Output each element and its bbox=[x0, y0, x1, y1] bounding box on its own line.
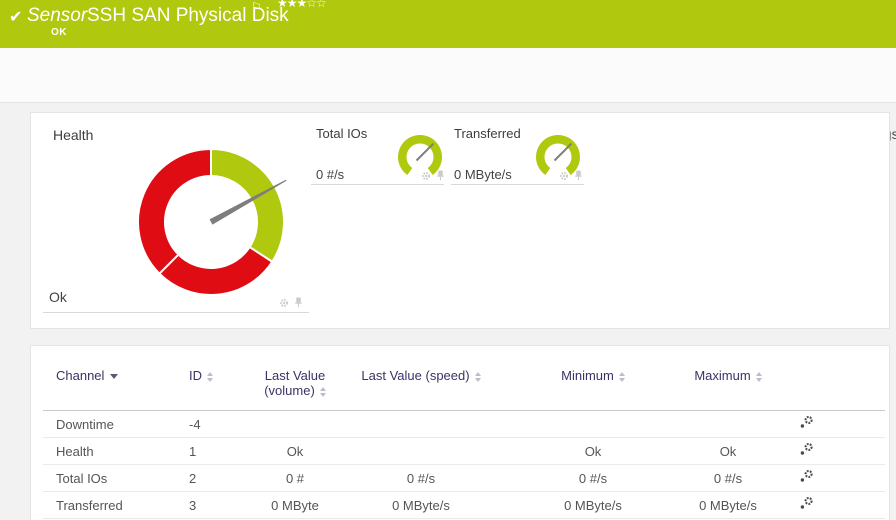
column-header-id[interactable]: ID bbox=[189, 356, 247, 411]
channel-name: Total IOs bbox=[43, 464, 189, 492]
channel-id: 2 bbox=[189, 464, 247, 492]
sort-desc-icon bbox=[110, 374, 119, 380]
table-row[interactable]: Transferred 3 0 MByte 0 MByte/s 0 MByte/… bbox=[43, 491, 885, 519]
flag-icon[interactable]: ⚐ bbox=[251, 0, 262, 14]
total-ios-gauge-title: Total IOs bbox=[316, 126, 368, 141]
total-ios-gauge-value: 0 #/s bbox=[316, 167, 345, 182]
channel-name: Downtime bbox=[43, 410, 189, 438]
gauges-panel: Health Ok Total IOs 0 #/s Transferred 0 … bbox=[30, 112, 890, 329]
gauge-actions bbox=[559, 170, 583, 181]
pin-icon[interactable] bbox=[436, 170, 445, 181]
minimum-value: Ok bbox=[499, 437, 687, 465]
table-row[interactable]: Total IOs 2 0 # 0 #/s 0 #/s 0 #/s bbox=[43, 464, 885, 492]
divider bbox=[311, 184, 444, 185]
transferred-gauge-title: Transferred bbox=[454, 126, 521, 141]
health-gauge-chart[interactable] bbox=[121, 132, 301, 312]
maximum-value: Ok bbox=[687, 437, 769, 465]
sort-icon bbox=[319, 386, 326, 397]
health-gauge-title: Health bbox=[53, 127, 94, 143]
gauge-actions bbox=[421, 170, 445, 181]
minimum-value: 0 #/s bbox=[499, 464, 687, 492]
channel-settings-gears-icon[interactable] bbox=[799, 496, 814, 511]
column-header-actions bbox=[769, 356, 885, 411]
last-value-volume bbox=[247, 410, 343, 438]
channel-id: 1 bbox=[189, 437, 247, 465]
object-kind-label: Sensor bbox=[27, 5, 88, 26]
sort-icon bbox=[474, 371, 481, 382]
channel-name: Health bbox=[43, 437, 189, 465]
gear-icon[interactable] bbox=[279, 298, 289, 308]
last-value-volume: Ok bbox=[247, 437, 343, 465]
maximum-value: 0 MByte/s bbox=[687, 491, 769, 519]
health-gauge-value: Ok bbox=[49, 289, 67, 305]
column-header-last-value-speed[interactable]: Last Value (speed) bbox=[343, 356, 499, 411]
sort-icon bbox=[618, 371, 625, 382]
last-value-speed bbox=[343, 410, 499, 438]
last-value-speed bbox=[343, 437, 499, 465]
column-header-maximum[interactable]: Maximum bbox=[687, 356, 769, 411]
gauge-needle bbox=[415, 142, 435, 162]
channel-name: Transferred bbox=[43, 491, 189, 519]
gear-icon[interactable] bbox=[559, 171, 569, 181]
divider bbox=[43, 312, 309, 313]
maximum-value bbox=[687, 410, 769, 438]
channels-panel: Channel ID Last Value (volume) Last Valu… bbox=[30, 345, 890, 520]
pin-icon[interactable] bbox=[294, 297, 303, 308]
gauge-actions bbox=[279, 297, 303, 308]
column-header-minimum[interactable]: Minimum bbox=[499, 356, 687, 411]
sort-icon bbox=[207, 371, 213, 382]
transferred-gauge-value: 0 MByte/s bbox=[454, 167, 512, 182]
channel-id: -4 bbox=[189, 410, 247, 438]
table-row[interactable]: Health 1 Ok Ok Ok bbox=[43, 437, 885, 465]
maximum-value: 0 #/s bbox=[687, 464, 769, 492]
pin-icon[interactable] bbox=[574, 170, 583, 181]
channel-settings-gears-icon[interactable] bbox=[799, 469, 814, 484]
channel-settings-gears-icon[interactable] bbox=[799, 442, 814, 457]
sensor-status-header: ✔ Sensor SSH SAN Physical Disk ⚐ ★★★☆☆ O… bbox=[0, 0, 896, 48]
last-value-volume: 0 MByte bbox=[247, 491, 343, 519]
minimum-value bbox=[499, 410, 687, 438]
channel-settings-gears-icon[interactable] bbox=[799, 415, 814, 430]
channels-table: Channel ID Last Value (volume) Last Valu… bbox=[43, 356, 885, 519]
divider bbox=[451, 184, 584, 185]
gauge-needle bbox=[553, 142, 573, 162]
column-header-channel[interactable]: Channel bbox=[43, 356, 189, 411]
last-value-volume: 0 # bbox=[247, 464, 343, 492]
gauge-segment-red bbox=[137, 147, 212, 276]
gauge-segment-green bbox=[210, 147, 285, 264]
table-header-row: Channel ID Last Value (volume) Last Valu… bbox=[43, 356, 885, 411]
tab-bar: Overview Live Data 2 days 30 days 365 da… bbox=[0, 48, 896, 151]
table-row[interactable]: Downtime -4 bbox=[43, 410, 885, 438]
gear-icon[interactable] bbox=[421, 171, 431, 181]
last-value-speed: 0 #/s bbox=[343, 464, 499, 492]
last-value-speed: 0 MByte/s bbox=[343, 491, 499, 519]
minimum-value: 0 MByte/s bbox=[499, 491, 687, 519]
priority-stars[interactable]: ★★★☆☆ bbox=[277, 0, 327, 10]
sort-icon bbox=[755, 371, 762, 382]
column-header-last-value-volume[interactable]: Last Value (volume) bbox=[247, 356, 343, 411]
status-badge: OK bbox=[51, 27, 67, 38]
channel-id: 3 bbox=[189, 491, 247, 519]
ok-check-icon: ✔ bbox=[9, 9, 23, 26]
